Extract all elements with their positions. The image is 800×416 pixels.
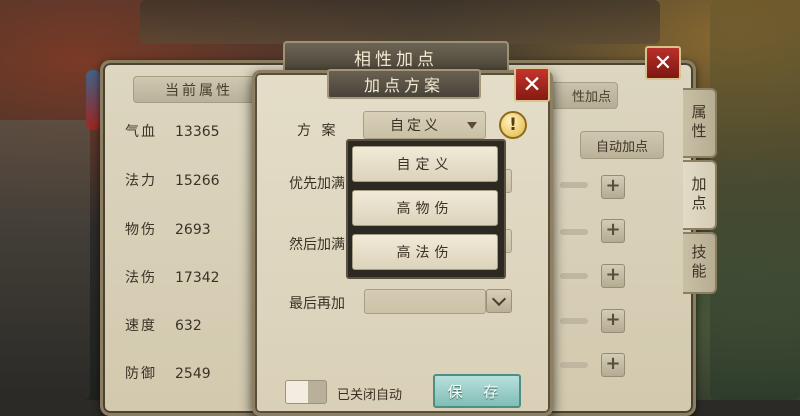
plus-icon: + [605, 264, 621, 285]
dialog-close-button[interactable]: ✕ [514, 67, 550, 102]
main-panel-title-text: 相性加点 [354, 49, 438, 70]
tab-attributes-label: 属性 [689, 104, 708, 142]
stat-magic-damage: 法伤 17342 [125, 267, 220, 287]
auto-allocate-label: 自动加点 [595, 139, 648, 155]
dialog-title-text: 加点方案 [363, 76, 444, 95]
stat-bar [560, 318, 588, 324]
stat-value: 13365 [175, 124, 220, 140]
plus-icon: + [605, 219, 621, 240]
stat-value: 2549 [175, 366, 211, 382]
tab-skills-label: 技能 [689, 244, 708, 282]
current-attributes-label: 当前属性 [165, 82, 233, 99]
chevron-down-icon [491, 291, 507, 307]
stat-label: 速度 [125, 318, 157, 334]
background-roof-top [140, 0, 660, 44]
auto-toggle-switch[interactable] [285, 380, 327, 404]
tab-add-points[interactable]: 加点 [683, 160, 717, 230]
stat-bar [560, 229, 588, 235]
auto-toggle-label: 已关闭自动 [337, 388, 403, 403]
add-point-button[interactable]: + [601, 219, 625, 243]
add-point-button[interactable]: + [601, 175, 625, 199]
scheme-select-value: 自定义 [390, 118, 441, 134]
add-point-button[interactable]: + [601, 309, 625, 333]
background-dragon-right [710, 0, 800, 400]
add-point-button[interactable]: + [601, 353, 625, 377]
add-point-button[interactable]: + [601, 264, 625, 288]
stat-speed: 速度 632 [125, 315, 202, 335]
tab-add-points-label: 加点 [689, 176, 708, 214]
background-lantern [86, 70, 100, 130]
dropdown-option-label: 高法伤 [396, 245, 454, 261]
stat-label: 气血 [125, 124, 157, 140]
then-priority-label: 然后加满 [289, 237, 345, 253]
current-attributes-tab[interactable]: 当前属性 [133, 76, 265, 103]
save-button[interactable]: 保 存 [433, 374, 521, 408]
stat-bar [560, 182, 588, 188]
stat-mp: 法力 15266 [125, 170, 220, 190]
save-button-label: 保 存 [447, 382, 507, 401]
close-icon: ✕ [653, 50, 673, 76]
plus-icon: + [605, 175, 621, 196]
background-roof-left [0, 120, 90, 400]
tab-attributes[interactable]: 属性 [683, 88, 717, 158]
stat-physical-damage: 物伤 2693 [125, 219, 211, 239]
main-close-button[interactable]: ✕ [645, 46, 681, 80]
stat-value: 2693 [175, 222, 211, 238]
stat-label: 法力 [125, 173, 157, 189]
last-priority-select[interactable] [364, 289, 486, 314]
stat-value: 15266 [175, 173, 220, 189]
exclamation-icon: ! [509, 115, 517, 135]
dropdown-option-label: 自定义 [396, 157, 454, 173]
stat-bar [560, 273, 588, 279]
dropdown-option-magic[interactable]: 高法伤 [352, 234, 498, 270]
last-priority-dropdown-button[interactable] [486, 289, 512, 313]
stat-value: 17342 [175, 270, 220, 286]
auto-allocate-button[interactable]: 自动加点 [580, 131, 664, 159]
stat-value: 632 [175, 318, 202, 334]
stat-defense: 防御 2549 [125, 363, 211, 383]
first-priority-label: 优先加满 [289, 176, 345, 192]
tab-skills[interactable]: 技能 [683, 232, 717, 294]
dialog-title: 加点方案 [327, 69, 481, 99]
dropdown-option-physical[interactable]: 高物伤 [352, 190, 498, 226]
close-icon: ✕ [522, 71, 542, 98]
attribute-points-label: 性加点 [571, 90, 611, 105]
plus-icon: + [605, 309, 621, 330]
stat-hp: 气血 13365 [125, 121, 220, 141]
last-priority-label: 最后再加 [289, 296, 345, 312]
stat-label: 法伤 [125, 270, 157, 286]
dropdown-option-custom[interactable]: 自定义 [352, 146, 498, 182]
stat-bar [560, 362, 588, 368]
dropdown-option-label: 高物伤 [396, 201, 454, 217]
scheme-select[interactable]: 自定义 [363, 111, 486, 139]
scheme-label: 方 案 [297, 123, 339, 139]
dropdown-arrow-icon [467, 121, 477, 129]
stat-label: 物伤 [125, 222, 157, 238]
stat-label: 防御 [125, 366, 157, 382]
info-icon[interactable]: ! [499, 111, 527, 139]
plus-icon: + [605, 353, 621, 374]
